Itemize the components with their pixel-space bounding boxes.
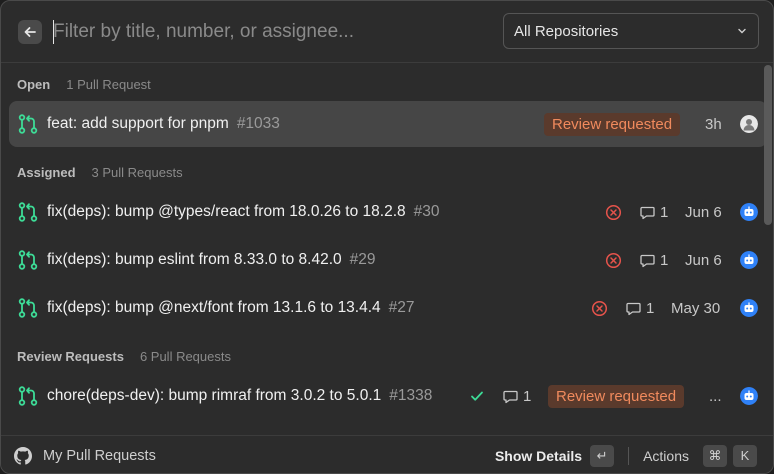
k-key-hint: K (733, 444, 757, 467)
pull-request-list[interactable]: Open 1 Pull Request feat: add support fo… (1, 64, 765, 434)
section-count: 1 Pull Request (66, 77, 151, 92)
section-header-open: Open 1 Pull Request (17, 77, 151, 92)
comment-count: 1 (523, 387, 532, 405)
actions-label: Actions (643, 447, 689, 464)
updated-time: ... (709, 387, 722, 405)
command-key-hint: ⌘ (703, 444, 727, 467)
bot-avatar (740, 251, 758, 269)
pr-title: fix(deps): bump eslint from 8.33.0 to 8.… (47, 251, 376, 268)
chevron-down-icon (738, 28, 746, 34)
user-avatar (740, 115, 758, 133)
app-name: My Pull Requests (43, 447, 156, 464)
actions-button[interactable]: Actions ⌘ K (643, 444, 757, 467)
checks-failed-icon (605, 204, 622, 220)
pr-number: #27 (388, 299, 415, 316)
search-bar: All Repositories (1, 1, 773, 63)
scrollbar[interactable] (764, 65, 772, 225)
checks-failed-icon (591, 300, 608, 316)
list-item[interactable]: fix(deps): bump eslint from 8.33.0 to 8.… (9, 237, 765, 283)
updated-time: Jun 6 (685, 251, 722, 269)
section-title: Open (17, 77, 51, 92)
list-item[interactable]: fix(deps): bump @next/font from 13.1.6 t… (9, 285, 765, 331)
pr-title: fix(deps): bump @types/react from 18.0.2… (47, 203, 440, 220)
review-requested-badge: Review requested (544, 112, 681, 136)
arrow-left-icon (24, 27, 36, 37)
repository-dropdown-value: All Repositories (514, 22, 619, 40)
app-window: All Repositories Open 1 Pull Request fea… (0, 0, 774, 474)
list-item[interactable]: feat: add support for pnpm #1033 Review r… (9, 101, 765, 147)
bot-avatar (740, 299, 758, 317)
action-bar: My Pull Requests Show Details ↵ Actions … (1, 435, 773, 473)
comment-count: 1 (660, 203, 669, 221)
comment-icon (640, 206, 655, 219)
comment-icon (626, 302, 641, 315)
checks-passed-icon (471, 391, 483, 401)
text-cursor (53, 20, 54, 44)
pull-request-icon (18, 250, 38, 270)
divider (628, 446, 630, 465)
show-details-button[interactable]: Show Details ↵ (494, 444, 615, 467)
pull-request-icon (18, 114, 38, 134)
updated-time: May 30 (671, 299, 721, 317)
pr-number: #1033 (236, 115, 280, 132)
pull-request-icon (18, 298, 38, 318)
show-details-label: Show Details (494, 447, 583, 464)
comment-icon (640, 254, 655, 267)
list-item[interactable]: chore(deps-dev): bump rimraf from 3.0.2 … (9, 373, 765, 419)
pr-title: feat: add support for pnpm #1033 (47, 115, 280, 132)
back-button[interactable] (18, 20, 42, 44)
bot-avatar (740, 387, 758, 405)
updated-time: Jun 6 (685, 203, 722, 221)
pr-title: chore(deps-dev): bump rimraf from 3.0.2 … (47, 387, 433, 404)
section-header-assigned: Assigned 3 Pull Requests (17, 165, 183, 180)
search-input[interactable] (53, 17, 473, 47)
section-count: 3 Pull Requests (91, 165, 183, 180)
section-title: Review Requests (17, 349, 124, 364)
comment-count: 1 (660, 251, 669, 269)
review-requested-badge: Review requested (548, 384, 685, 408)
checks-failed-icon (605, 252, 622, 268)
section-count: 6 Pull Requests (139, 349, 231, 364)
pr-number: #29 (349, 251, 376, 268)
repository-dropdown[interactable]: All Repositories (503, 13, 759, 49)
enter-key-hint: ↵ (590, 444, 615, 467)
comment-count: 1 (646, 299, 655, 317)
github-icon (14, 446, 32, 465)
comment-icon (503, 390, 518, 403)
updated-time: 3h (705, 115, 722, 133)
section-title: Assigned (17, 165, 76, 180)
list-item[interactable]: fix(deps): bump @types/react from 18.0.2… (9, 189, 765, 235)
pr-number: #30 (413, 203, 440, 220)
bot-avatar (740, 203, 758, 221)
section-header-review-requests: Review Requests 6 Pull Requests (17, 349, 231, 364)
pull-request-icon (18, 386, 38, 406)
pull-request-icon (18, 202, 38, 222)
pr-title: fix(deps): bump @next/font from 13.1.6 t… (47, 299, 415, 316)
pr-number: #1338 (389, 387, 433, 404)
